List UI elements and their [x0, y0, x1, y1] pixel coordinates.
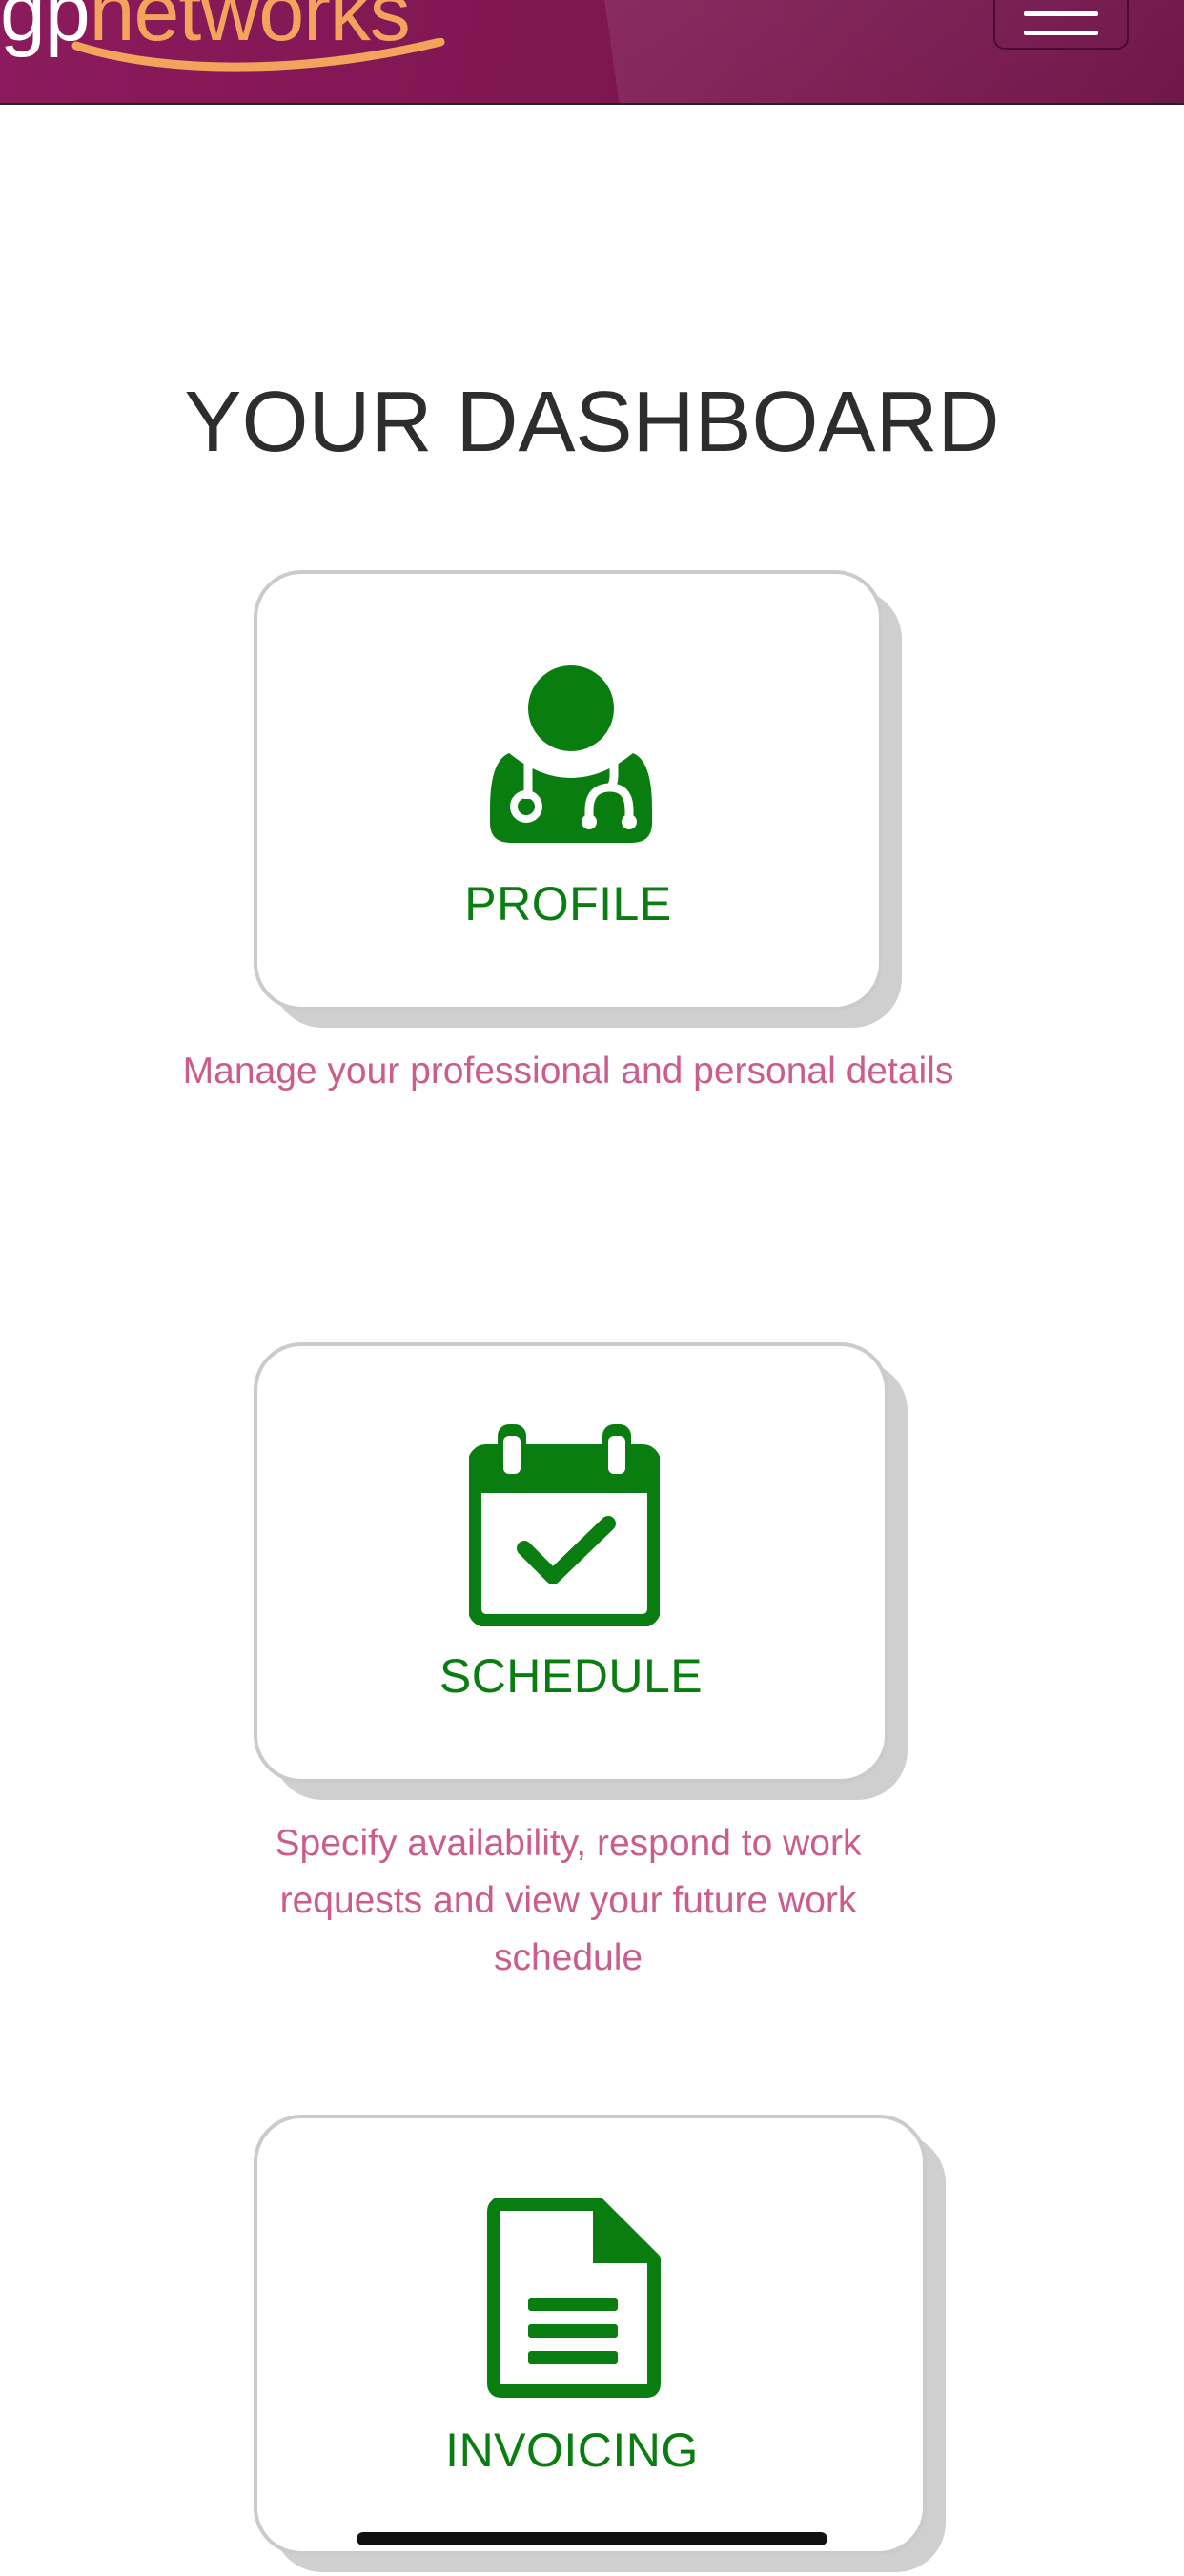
schedule-description: Specify availability, respond to work re…	[275, 1823, 862, 1978]
menu-line-icon	[1024, 31, 1098, 35]
home-indicator[interactable]	[357, 2532, 827, 2545]
schedule-card-container: SCHEDULE	[254, 1342, 908, 1804]
logo-swoosh-icon	[71, 38, 445, 72]
app-header: gpnetworks	[0, 0, 1184, 105]
schedule-card[interactable]: SCHEDULE	[254, 1342, 888, 1783]
page-title: YOUR DASHBOARD	[184, 375, 1000, 470]
card-label: SCHEDULE	[439, 1649, 704, 1703]
doctor-icon	[490, 665, 652, 843]
gp-networks-logo[interactable]: gpnetworks	[0, 0, 448, 103]
profile-card[interactable]: PROFILE	[254, 570, 883, 1011]
menu-button[interactable]	[993, 0, 1129, 50]
menu-line-icon	[1024, 11, 1098, 16]
profile-card-container: PROFILE	[254, 570, 902, 1032]
calendar-check-icon	[469, 1424, 660, 1626]
card-label: INVOICING	[445, 2423, 699, 2477]
card-label: PROFILE	[464, 877, 672, 930]
document-icon	[487, 2198, 661, 2398]
invoicing-card[interactable]: INVOICING	[254, 2115, 927, 2555]
invoicing-card-container: INVOICING	[254, 2115, 946, 2576]
profile-description: Manage your professional and personal de…	[182, 1051, 954, 1092]
